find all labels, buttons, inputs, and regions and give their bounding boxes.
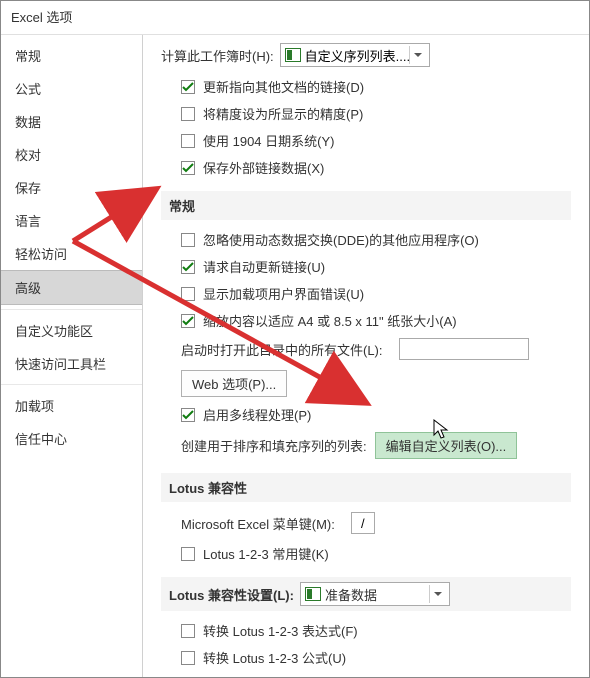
opt-label: 使用 1904 日期系统(Y): [203, 131, 334, 150]
sidebar-item-save[interactable]: 保存: [1, 171, 142, 204]
web-options-button[interactable]: Web 选项(P)...: [181, 370, 287, 397]
opt-label: 更新指向其他文档的链接(D): [203, 77, 364, 96]
checkbox-icon: [181, 547, 195, 561]
sidebar-separator: [1, 384, 142, 385]
checkbox-icon: [181, 80, 195, 94]
opt-label: 转换 Lotus 1-2-3 公式(U): [203, 648, 346, 667]
checkbox-icon: [181, 287, 195, 301]
opt-precision[interactable]: 将精度设为所显示的精度(P): [181, 104, 571, 123]
opt-save-ext[interactable]: 保存外部链接数据(X): [181, 158, 571, 177]
sidebar-item-customize-ribbon[interactable]: 自定义功能区: [1, 314, 142, 347]
opt-label: Lotus 1-2-3 常用键(K): [203, 544, 329, 563]
excel-icon: [285, 48, 301, 62]
checkbox-icon: [181, 134, 195, 148]
calc-workbook-dropdown[interactable]: 自定义序列列表....: [280, 43, 430, 67]
window-title: Excel 选项: [1, 1, 589, 35]
section-lotus-settings: Lotus 兼容性设置(L): 准备数据: [161, 577, 571, 611]
opt-auto-update-links[interactable]: 请求自动更新链接(U): [181, 257, 571, 276]
chevron-down-icon: [409, 46, 427, 64]
cursor-icon: [433, 419, 451, 441]
opt-label: 忽略使用动态数据交换(DDE)的其他应用程序(O): [203, 230, 479, 249]
checkbox-icon: [181, 314, 195, 328]
sidebar: 常规 公式 数据 校对 保存 语言 轻松访问 高级 自定义功能区 快速访问工具栏…: [1, 35, 143, 677]
opt-label: 缩放内容以适应 A4 或 8.5 x 11" 纸张大小(A): [203, 311, 457, 330]
sidebar-item-formulas[interactable]: 公式: [1, 72, 142, 105]
checkbox-icon: [181, 408, 195, 422]
sidebar-item-addins[interactable]: 加载项: [1, 389, 142, 422]
opt-update-links[interactable]: 更新指向其他文档的链接(D): [181, 77, 571, 96]
opt-ignore-dde[interactable]: 忽略使用动态数据交换(DDE)的其他应用程序(O): [181, 230, 571, 249]
sidebar-item-advanced[interactable]: 高级: [1, 270, 142, 305]
checkbox-icon: [181, 651, 195, 665]
lotus-menu-key-input[interactable]: [351, 512, 375, 534]
opt-label: 转换 Lotus 1-2-3 表达式(F): [203, 621, 358, 640]
opt-lotus-nav[interactable]: Lotus 1-2-3 常用键(K): [181, 544, 571, 563]
lotus-settings-dropdown-value: 准备数据: [325, 585, 377, 604]
opt-addin-errors[interactable]: 显示加载项用户界面错误(U): [181, 284, 571, 303]
lotus-settings-dropdown[interactable]: 准备数据: [300, 582, 450, 606]
section-lotus-settings-title: Lotus 兼容性设置(L):: [169, 585, 294, 604]
sidebar-item-ease[interactable]: 轻松访问: [1, 237, 142, 270]
opt-multithread[interactable]: 启用多线程处理(P): [181, 405, 571, 424]
chevron-down-icon: [429, 585, 447, 603]
calc-workbook-dropdown-value: 自定义序列列表....: [305, 46, 410, 65]
sidebar-item-trust-center[interactable]: 信任中心: [1, 422, 142, 455]
section-lotus: Lotus 兼容性: [161, 473, 571, 502]
startup-folder-label: 启动时打开此目录中的所有文件(L):: [181, 340, 383, 359]
lotus-menu-key-label: Microsoft Excel 菜单键(M):: [181, 514, 335, 533]
opt-label: 保存外部链接数据(X): [203, 158, 324, 177]
content-panel: 计算此工作簿时(H): 自定义序列列表.... 更新指向其他文档的链接(D) 将…: [143, 35, 589, 677]
opt-lotus-expr[interactable]: 转换 Lotus 1-2-3 表达式(F): [181, 621, 571, 640]
checkbox-icon: [181, 260, 195, 274]
opt-label: 请求自动更新链接(U): [203, 257, 325, 276]
sidebar-item-general[interactable]: 常规: [1, 39, 142, 72]
opt-label: 将精度设为所显示的精度(P): [203, 104, 363, 123]
checkbox-icon: [181, 107, 195, 121]
sidebar-item-language[interactable]: 语言: [1, 204, 142, 237]
opt-label: 显示加载项用户界面错误(U): [203, 284, 364, 303]
startup-folder-input[interactable]: [399, 338, 529, 360]
sidebar-separator: [1, 309, 142, 310]
sidebar-item-proofing[interactable]: 校对: [1, 138, 142, 171]
excel-icon: [305, 587, 321, 601]
checkbox-icon: [181, 161, 195, 175]
sidebar-item-quick-access[interactable]: 快速访问工具栏: [1, 347, 142, 380]
custom-list-label: 创建用于排序和填充序列的列表:: [181, 436, 367, 455]
calc-workbook-label: 计算此工作簿时(H):: [161, 46, 274, 65]
opt-label: 启用多线程处理(P): [203, 405, 311, 424]
section-general: 常规: [161, 191, 571, 220]
opt-scale-content[interactable]: 缩放内容以适应 A4 或 8.5 x 11" 纸张大小(A): [181, 311, 571, 330]
checkbox-icon: [181, 233, 195, 247]
sidebar-item-data[interactable]: 数据: [1, 105, 142, 138]
opt-lotus-formula[interactable]: 转换 Lotus 1-2-3 公式(U): [181, 648, 571, 667]
opt-1904[interactable]: 使用 1904 日期系统(Y): [181, 131, 571, 150]
checkbox-icon: [181, 624, 195, 638]
